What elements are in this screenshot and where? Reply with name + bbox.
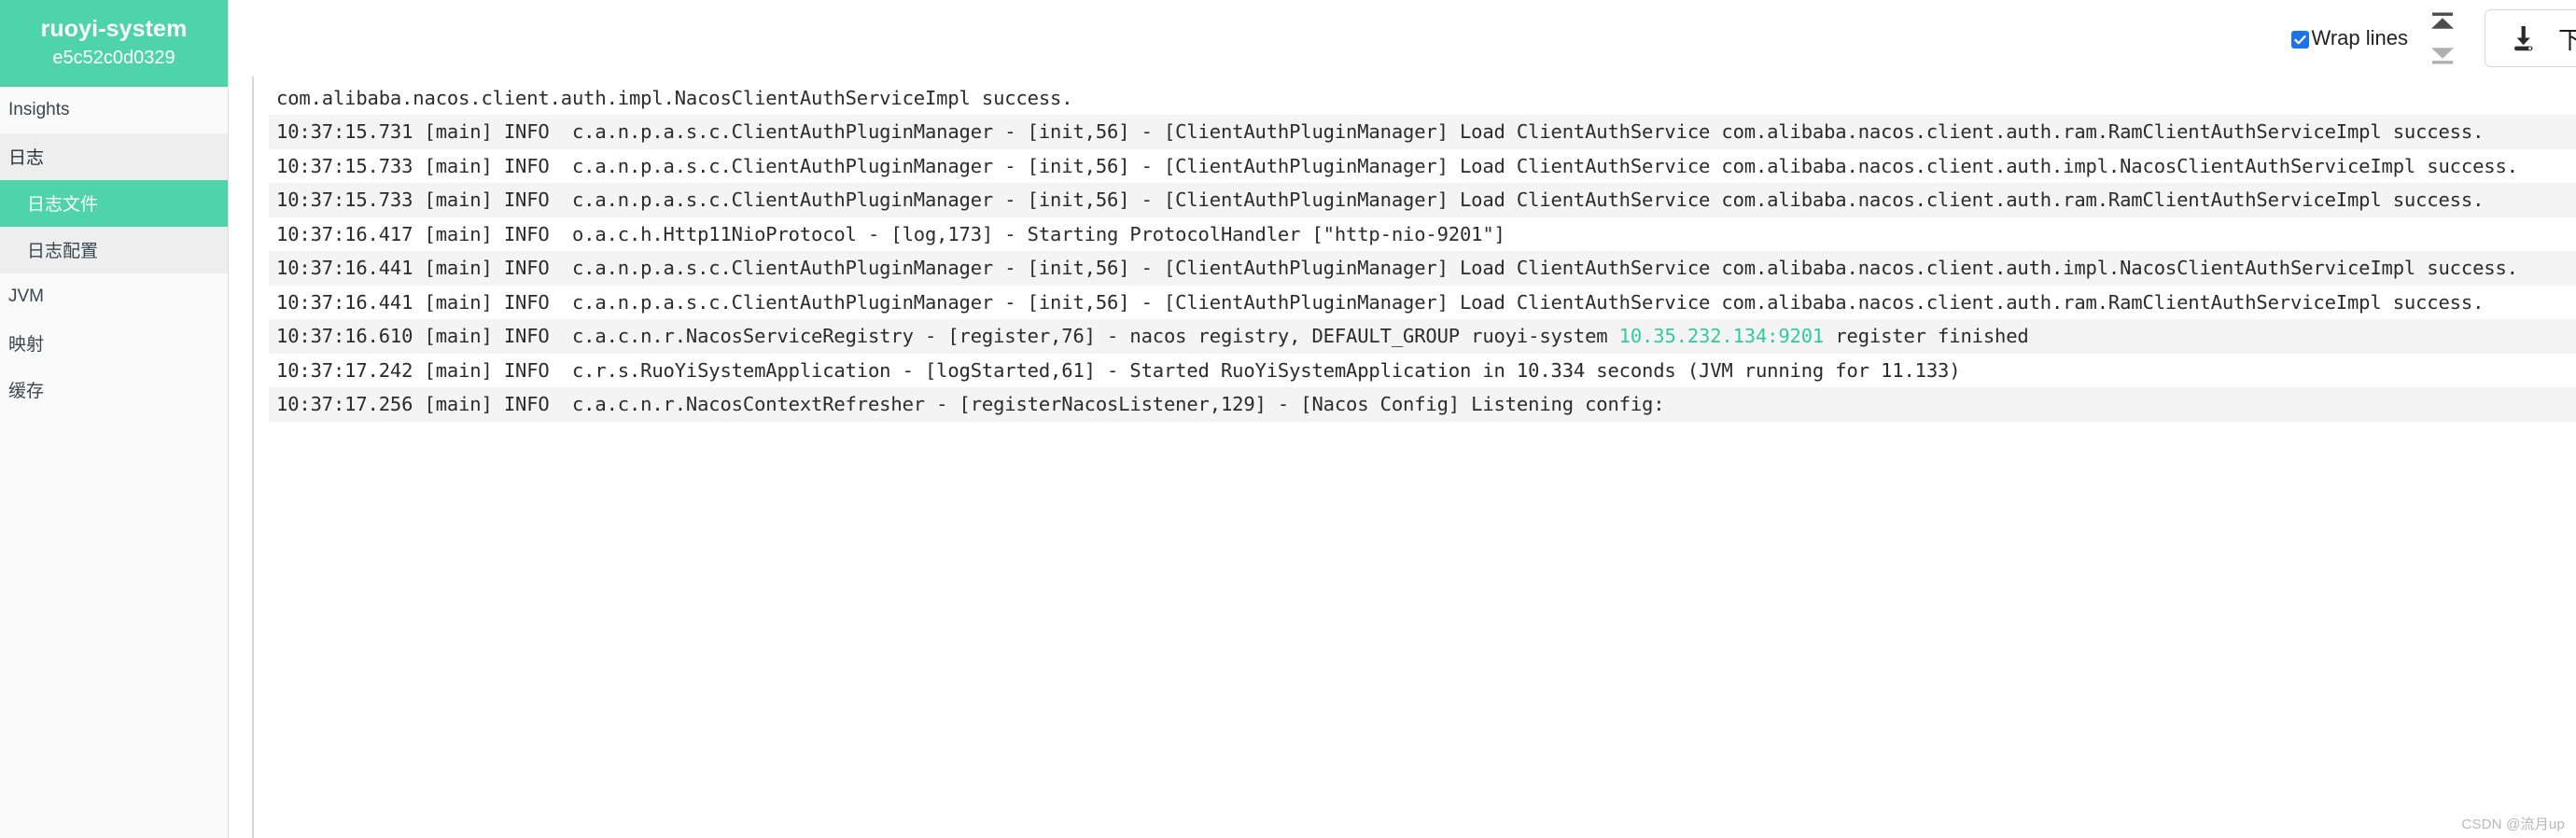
log-line: 10:37:16.610 [main] INFO c.a.c.n.r.Nacos… [269,319,2576,354]
log-toolbar: Wrap lines 下 [229,0,2576,77]
log-line: 10:37:16.417 [main] INFO o.a.c.h.Http11N… [269,216,2576,251]
app-root: ruoyi-system e5c52c0d0329 Insights 日志日志文件… [0,0,2576,838]
log-line: 10:37:15.733 [main] INFO c.a.n.p.a.s.c.C… [269,148,2576,183]
sidebar-item-6[interactable]: 缓存 [0,367,228,413]
log-line: 10:37:15.731 [main] INFO c.a.n.p.a.s.c.C… [269,115,2576,149]
scroll-to-top-icon[interactable] [2427,10,2458,38]
log-viewer-panel[interactable]: 10:37:15.731 [main] INFO c.a.n.p.a.s.c.C… [252,77,2576,838]
log-line: 10:37:16.441 [main] INFO c.a.n.p.a.s.c.C… [269,285,2576,319]
log-line: 10:37:15.733 [main] INFO c.a.n.p.a.s.c.C… [269,183,2576,217]
wrap-lines-label: Wrap lines [2311,26,2408,49]
log-lines-container: 10:37:15.731 [main] INFO c.a.n.p.a.s.c.C… [269,77,2576,422]
sidebar-item-label: JVM [8,286,44,306]
sidebar-filler [0,413,228,838]
download-button[interactable]: 下载 [2484,9,2576,67]
log-line-suffix: register finished [1824,325,2029,347]
sidebar-item-label: 日志文件 [27,195,99,215]
sidebar-item-2[interactable]: 日志文件 [0,180,228,227]
sidebar-item-3[interactable]: 日志配置 [0,227,228,273]
log-line: 10:37:17.242 [main] INFO c.r.s.RuoYiSyst… [269,353,2576,387]
main-content: Wrap lines 下 com.alibaba.nacos.client.au… [229,0,2576,838]
instance-id: e5c52c0d0329 [52,48,175,69]
log-line-prefix: 10:37:16.610 [main] INFO c.a.c.n.r.Nacos… [276,325,1619,347]
scroll-to-bottom-icon[interactable] [2427,38,2458,66]
sidebar-item-label: Insights [8,99,70,119]
sidebar-item-0[interactable]: Insights [0,87,228,133]
download-button-label: 下载 [2557,25,2576,54]
log-line-ip-link[interactable]: 10.35.232.134:9201 [1619,325,1825,347]
log-line: 10:37:16.441 [main] INFO c.a.n.p.a.s.c.C… [269,251,2576,286]
sidebar-item-label: 缓存 [8,382,45,401]
log-line: 10:37:17.256 [main] INFO c.a.c.n.r.Nacos… [269,387,2576,422]
log-line: com.alibaba.nacos.client.auth.impl.Nacos… [269,80,2576,115]
log-scroll-area[interactable]: 10:37:15.731 [main] INFO c.a.n.p.a.s.c.C… [254,77,2576,838]
sidebar-nav: Insights 日志日志文件日志配置 JVM 映射缓存 [0,87,228,413]
scroll-arrows [2421,0,2464,77]
sidebar-item-label: 日志配置 [27,242,99,261]
wrap-lines-checkbox[interactable] [2291,30,2310,49]
sidebar-item-label: 映射 [8,335,45,355]
app-title: ruoyi-system [40,15,188,42]
sidebar: ruoyi-system e5c52c0d0329 Insights 日志日志文件… [0,0,229,838]
wrap-lines-control[interactable]: Wrap lines [2291,28,2408,49]
sidebar-item-5[interactable]: 映射 [0,320,228,367]
sidebar-item-label: 日志 [8,148,45,168]
sidebar-item-1[interactable]: 日志 [0,133,228,180]
sidebar-item-4[interactable]: JVM [0,273,228,320]
sidebar-header: ruoyi-system e5c52c0d0329 [0,0,228,87]
download-icon [2508,22,2540,54]
